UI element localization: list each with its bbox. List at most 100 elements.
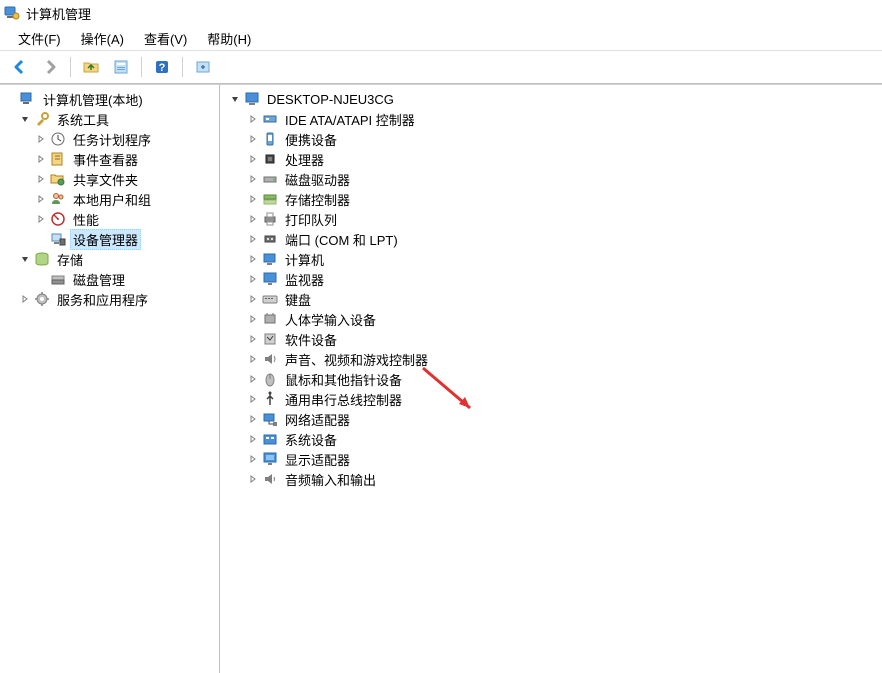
tree-label: 系统工具 [54, 109, 112, 130]
chevron-right-icon[interactable] [246, 172, 260, 186]
chevron-right-icon[interactable] [246, 332, 260, 346]
chevron-right-icon[interactable] [246, 352, 260, 366]
chevron-right-icon[interactable] [246, 112, 260, 126]
chevron-right-icon[interactable] [34, 172, 48, 186]
back-button[interactable] [6, 54, 34, 80]
up-folder-button[interactable] [77, 54, 105, 80]
tree-event-viewer[interactable]: 事件查看器 [2, 149, 217, 169]
show-hide-button[interactable] [189, 54, 217, 80]
device-category-system[interactable]: 系统设备 [222, 429, 880, 449]
device-category-monitor[interactable]: 监视器 [222, 269, 880, 289]
device-category-keyboard[interactable]: 键盘 [222, 289, 880, 309]
device-category-mouse[interactable]: 鼠标和其他指针设备 [222, 369, 880, 389]
chevron-down-icon[interactable] [18, 112, 32, 126]
toolbar-separator [141, 57, 142, 77]
tree-services-apps[interactable]: 服务和应用程序 [2, 289, 217, 309]
device-category-network[interactable]: 网络适配器 [222, 409, 880, 429]
help-button[interactable]: ? [148, 54, 176, 80]
tree-shared-folders[interactable]: 共享文件夹 [2, 169, 217, 189]
device-category-sound[interactable]: 声音、视频和游戏控制器 [222, 349, 880, 369]
device-root[interactable]: DESKTOP-NJEU3CG [222, 89, 880, 109]
tree-system-tools[interactable]: 系统工具 [2, 109, 217, 129]
device-label: 打印队列 [282, 209, 340, 230]
device-category-ports[interactable]: 端口 (COM 和 LPT) [222, 229, 880, 249]
chevron-down-icon[interactable] [4, 92, 18, 106]
menu-action[interactable]: 操作(A) [71, 27, 134, 50]
chevron-right-icon[interactable] [246, 412, 260, 426]
device-category-audio[interactable]: 音频输入和输出 [222, 469, 880, 489]
device-category-display[interactable]: 显示适配器 [222, 449, 880, 469]
chevron-right-icon[interactable] [34, 192, 48, 206]
chevron-right-icon[interactable] [18, 292, 32, 306]
toolbar: ? [0, 50, 882, 84]
device-root-label: DESKTOP-NJEU3CG [264, 91, 397, 108]
menubar: 文件(F) 操作(A) 查看(V) 帮助(H) [0, 26, 882, 50]
chevron-right-icon[interactable] [246, 252, 260, 266]
chevron-right-icon[interactable] [246, 232, 260, 246]
device-category-hid[interactable]: 人体学输入设备 [222, 309, 880, 329]
chevron-right-icon[interactable] [246, 272, 260, 286]
device-manager-icon [50, 231, 66, 247]
tree-disk-management[interactable]: 磁盘管理 [2, 269, 217, 289]
tree-device-manager[interactable]: 设备管理器 [2, 229, 217, 249]
mouse-icon [262, 371, 278, 387]
device-category-ide[interactable]: IDE ATA/ATAPI 控制器 [222, 109, 880, 129]
device-label: 端口 (COM 和 LPT) [282, 229, 401, 250]
device-category-portable[interactable]: 便携设备 [222, 129, 880, 149]
chevron-right-icon[interactable] [246, 452, 260, 466]
device-category-software[interactable]: 软件设备 [222, 329, 880, 349]
printer-icon [262, 211, 278, 227]
menu-view[interactable]: 查看(V) [134, 27, 197, 50]
device-category-disk[interactable]: 磁盘驱动器 [222, 169, 880, 189]
tree-storage[interactable]: 存储 [2, 249, 217, 269]
port-icon [262, 231, 278, 247]
forward-button[interactable] [36, 54, 64, 80]
device-label: 键盘 [282, 289, 314, 310]
chevron-down-icon[interactable] [228, 92, 242, 106]
menu-file[interactable]: 文件(F) [8, 27, 71, 50]
device-label: 磁盘驱动器 [282, 169, 353, 190]
device-category-usb[interactable]: 通用串行总线控制器 [222, 389, 880, 409]
chevron-right-icon[interactable] [246, 292, 260, 306]
chevron-right-icon[interactable] [246, 152, 260, 166]
device-category-storage-ctrl[interactable]: 存储控制器 [222, 189, 880, 209]
chevron-down-icon[interactable] [18, 252, 32, 266]
tree-label: 服务和应用程序 [54, 289, 151, 310]
no-expander [34, 272, 48, 286]
chevron-right-icon[interactable] [246, 212, 260, 226]
chevron-right-icon[interactable] [246, 372, 260, 386]
menu-help[interactable]: 帮助(H) [197, 27, 261, 50]
chevron-right-icon[interactable] [246, 432, 260, 446]
device-label: 处理器 [282, 149, 327, 170]
chevron-right-icon[interactable] [246, 192, 260, 206]
device-label: IDE ATA/ATAPI 控制器 [282, 109, 418, 130]
chevron-right-icon[interactable] [246, 132, 260, 146]
left-tree-pane[interactable]: 计算机管理(本地) 系统工具 任务计划程序 [0, 85, 220, 673]
audio-icon [262, 471, 278, 487]
device-label: 网络适配器 [282, 409, 353, 430]
chevron-right-icon[interactable] [34, 212, 48, 226]
disk-mgmt-icon [50, 271, 66, 287]
computer-icon [262, 251, 278, 267]
tree-root[interactable]: 计算机管理(本地) [2, 89, 217, 109]
device-label: 通用串行总线控制器 [282, 389, 405, 410]
tree-label: 性能 [70, 209, 102, 230]
chevron-right-icon[interactable] [246, 472, 260, 486]
right-device-pane[interactable]: DESKTOP-NJEU3CG IDE ATA/ATAPI 控制器便携设备处理器… [220, 85, 882, 673]
device-category-computer[interactable]: 计算机 [222, 249, 880, 269]
display-icon [262, 451, 278, 467]
tree-task-scheduler[interactable]: 任务计划程序 [2, 129, 217, 149]
device-category-processor[interactable]: 处理器 [222, 149, 880, 169]
chevron-right-icon[interactable] [246, 392, 260, 406]
device-category-print[interactable]: 打印队列 [222, 209, 880, 229]
tree-performance[interactable]: 性能 [2, 209, 217, 229]
properties-button[interactable] [107, 54, 135, 80]
tree-label: 事件查看器 [70, 149, 141, 170]
speaker-icon [262, 351, 278, 367]
tree-label: 存储 [54, 249, 86, 270]
chevron-right-icon[interactable] [246, 312, 260, 326]
device-label: 便携设备 [282, 129, 340, 150]
tree-local-users[interactable]: 本地用户和组 [2, 189, 217, 209]
chevron-right-icon[interactable] [34, 152, 48, 166]
chevron-right-icon[interactable] [34, 132, 48, 146]
